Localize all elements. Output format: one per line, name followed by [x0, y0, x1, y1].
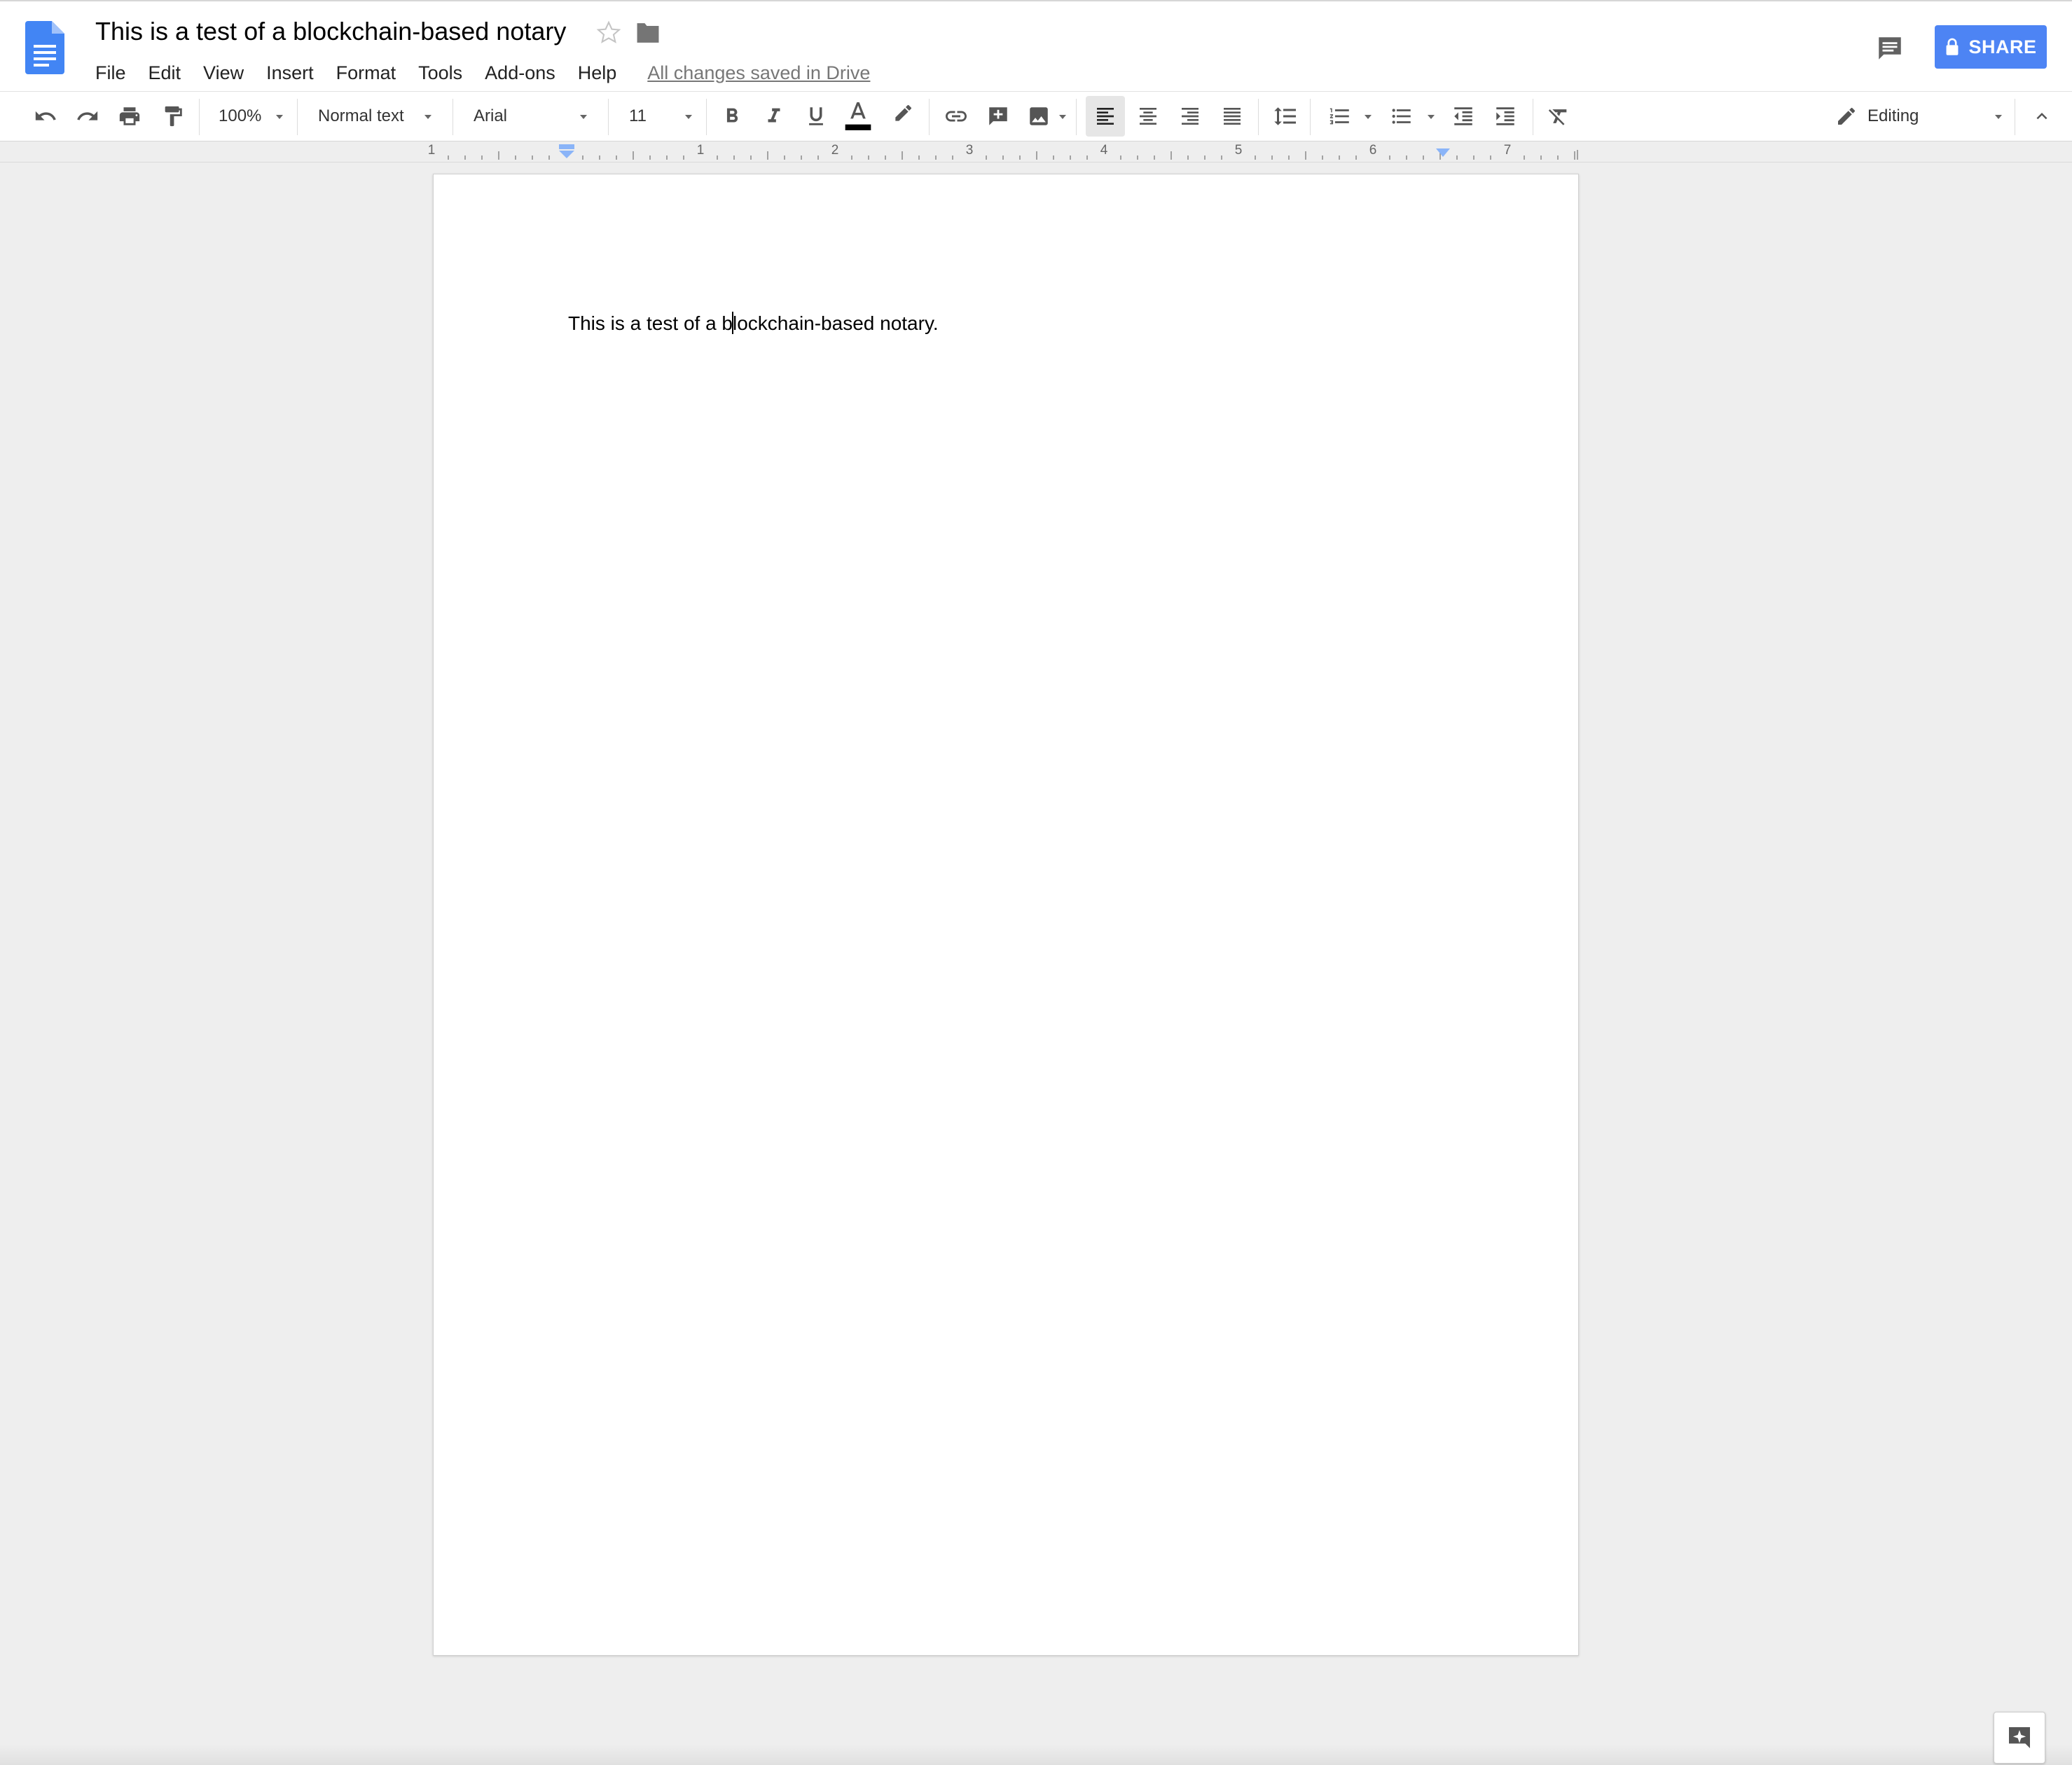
- numbered-list-icon: [1329, 108, 1349, 125]
- menu-insert[interactable]: Insert: [266, 62, 314, 84]
- redo-icon: [77, 111, 98, 120]
- saved-status[interactable]: All changes saved in Drive: [647, 62, 870, 84]
- italic-icon: [768, 108, 780, 123]
- ruler-number: 7: [1503, 143, 1512, 158]
- ruler-number: 1: [427, 143, 436, 158]
- image-button[interactable]: [1023, 92, 1055, 141]
- pencil-icon: [1838, 107, 1856, 125]
- align-justify-button[interactable]: [1216, 92, 1248, 141]
- align-left-button[interactable]: [1086, 96, 1125, 137]
- document-page[interactable]: This is a test of a blockchain-based not…: [433, 174, 1579, 1656]
- bold-button[interactable]: [716, 92, 748, 141]
- align-left-icon: [1097, 108, 1114, 125]
- menu-add-ons[interactable]: Add-ons: [485, 62, 555, 84]
- bulleted-list-button[interactable]: [1386, 92, 1418, 141]
- ruler-number: 3: [965, 143, 974, 158]
- comment-icon[interactable]: [1874, 34, 1905, 63]
- menu-edit[interactable]: Edit: [149, 62, 181, 84]
- ruler[interactable]: 1 1 2 3 4 5 6 7: [0, 141, 2072, 162]
- underline-icon: [809, 107, 823, 125]
- left-indent-marker[interactable]: [558, 144, 576, 162]
- align-right-button[interactable]: [1174, 92, 1206, 141]
- decrease-indent-button[interactable]: [1447, 92, 1479, 141]
- editing-mode-select[interactable]: Editing: [1835, 92, 2017, 141]
- ruler-ticks: [448, 150, 1578, 160]
- paint-format-button[interactable]: [157, 92, 189, 141]
- menu-file[interactable]: File: [95, 62, 126, 84]
- menubar: File Edit View Insert Format Tools Add-o…: [95, 59, 870, 87]
- toolbar: 100% Normal text Arial 11 Editing: [0, 91, 2072, 141]
- bold-icon: [726, 108, 738, 123]
- bottom-shadow: [0, 1744, 2072, 1765]
- bulleted-list-icon: [1392, 109, 1411, 124]
- highlight-button[interactable]: [887, 92, 919, 141]
- ruler-number: 5: [1234, 143, 1243, 158]
- editing-mode-label: Editing: [1867, 106, 1919, 125]
- ruler-number: 2: [831, 143, 839, 158]
- menu-view[interactable]: View: [203, 62, 244, 84]
- increase-indent-button[interactable]: [1489, 92, 1521, 141]
- line-spacing-icon: [1274, 107, 1296, 125]
- image-icon: [1030, 107, 1048, 125]
- ruler-number: 6: [1369, 143, 1377, 158]
- clear-formatting-icon: [1548, 109, 1567, 125]
- ruler-number: 4: [1100, 143, 1108, 158]
- underline-button[interactable]: [800, 92, 832, 141]
- text-color-button[interactable]: [842, 92, 874, 141]
- font-select[interactable]: Arial: [460, 92, 600, 141]
- document-body[interactable]: This is a test of a blockchain-based not…: [568, 312, 939, 335]
- paint-format-icon: [165, 106, 182, 127]
- print-icon: [119, 107, 140, 125]
- collapse-icon: [2036, 113, 2047, 120]
- style-value: Normal text: [318, 106, 404, 125]
- align-center-icon: [1140, 108, 1156, 125]
- numbered-list-button[interactable]: [1324, 92, 1356, 141]
- clear-formatting-button[interactable]: [1542, 92, 1575, 141]
- body-text-after-cursor: lockchain-based notary.: [733, 312, 939, 334]
- line-spacing-button[interactable]: [1269, 92, 1301, 141]
- font-size-value: 11: [629, 106, 647, 125]
- share-button[interactable]: SHARE: [1935, 25, 2047, 69]
- font-value: Arial: [474, 106, 508, 125]
- increase-indent-icon: [1496, 107, 1514, 125]
- menu-format[interactable]: Format: [336, 62, 396, 84]
- menu-tools[interactable]: Tools: [418, 62, 462, 84]
- lock-icon: [1947, 38, 1959, 55]
- folder-icon[interactable]: [635, 21, 661, 45]
- link-icon: [946, 111, 967, 122]
- print-button[interactable]: [113, 92, 146, 141]
- align-center-button[interactable]: [1132, 92, 1164, 141]
- align-right-icon: [1182, 108, 1199, 125]
- undo-icon: [35, 111, 56, 120]
- add-comment-button[interactable]: [982, 92, 1014, 141]
- right-indent-marker[interactable]: [1435, 146, 1451, 162]
- explore-icon: [2009, 1727, 2030, 1748]
- document-title[interactable]: This is a test of a blockchain-based not…: [95, 17, 566, 46]
- menu-help[interactable]: Help: [578, 62, 617, 84]
- star-icon[interactable]: [595, 20, 622, 46]
- italic-button[interactable]: [758, 92, 790, 141]
- redo-button[interactable]: [71, 92, 104, 141]
- highlight-icon: [895, 105, 912, 121]
- ruler-number: 1: [696, 143, 705, 158]
- docs-logo-icon[interactable]: [25, 21, 64, 74]
- add-comment-icon: [989, 107, 1007, 125]
- link-button[interactable]: [940, 92, 972, 141]
- align-justify-icon: [1224, 108, 1241, 125]
- text-color-icon: [845, 102, 871, 130]
- share-label: SHARE: [1968, 36, 2037, 57]
- header: This is a test of a blockchain-based not…: [0, 0, 2072, 91]
- body-text-before-cursor: This is a test of a b: [568, 312, 733, 334]
- undo-button[interactable]: [29, 92, 62, 141]
- explore-button[interactable]: [1994, 1712, 2045, 1764]
- zoom-value: 100%: [219, 106, 262, 125]
- collapse-toolbar-button[interactable]: [2024, 92, 2059, 141]
- decrease-indent-icon: [1454, 107, 1472, 125]
